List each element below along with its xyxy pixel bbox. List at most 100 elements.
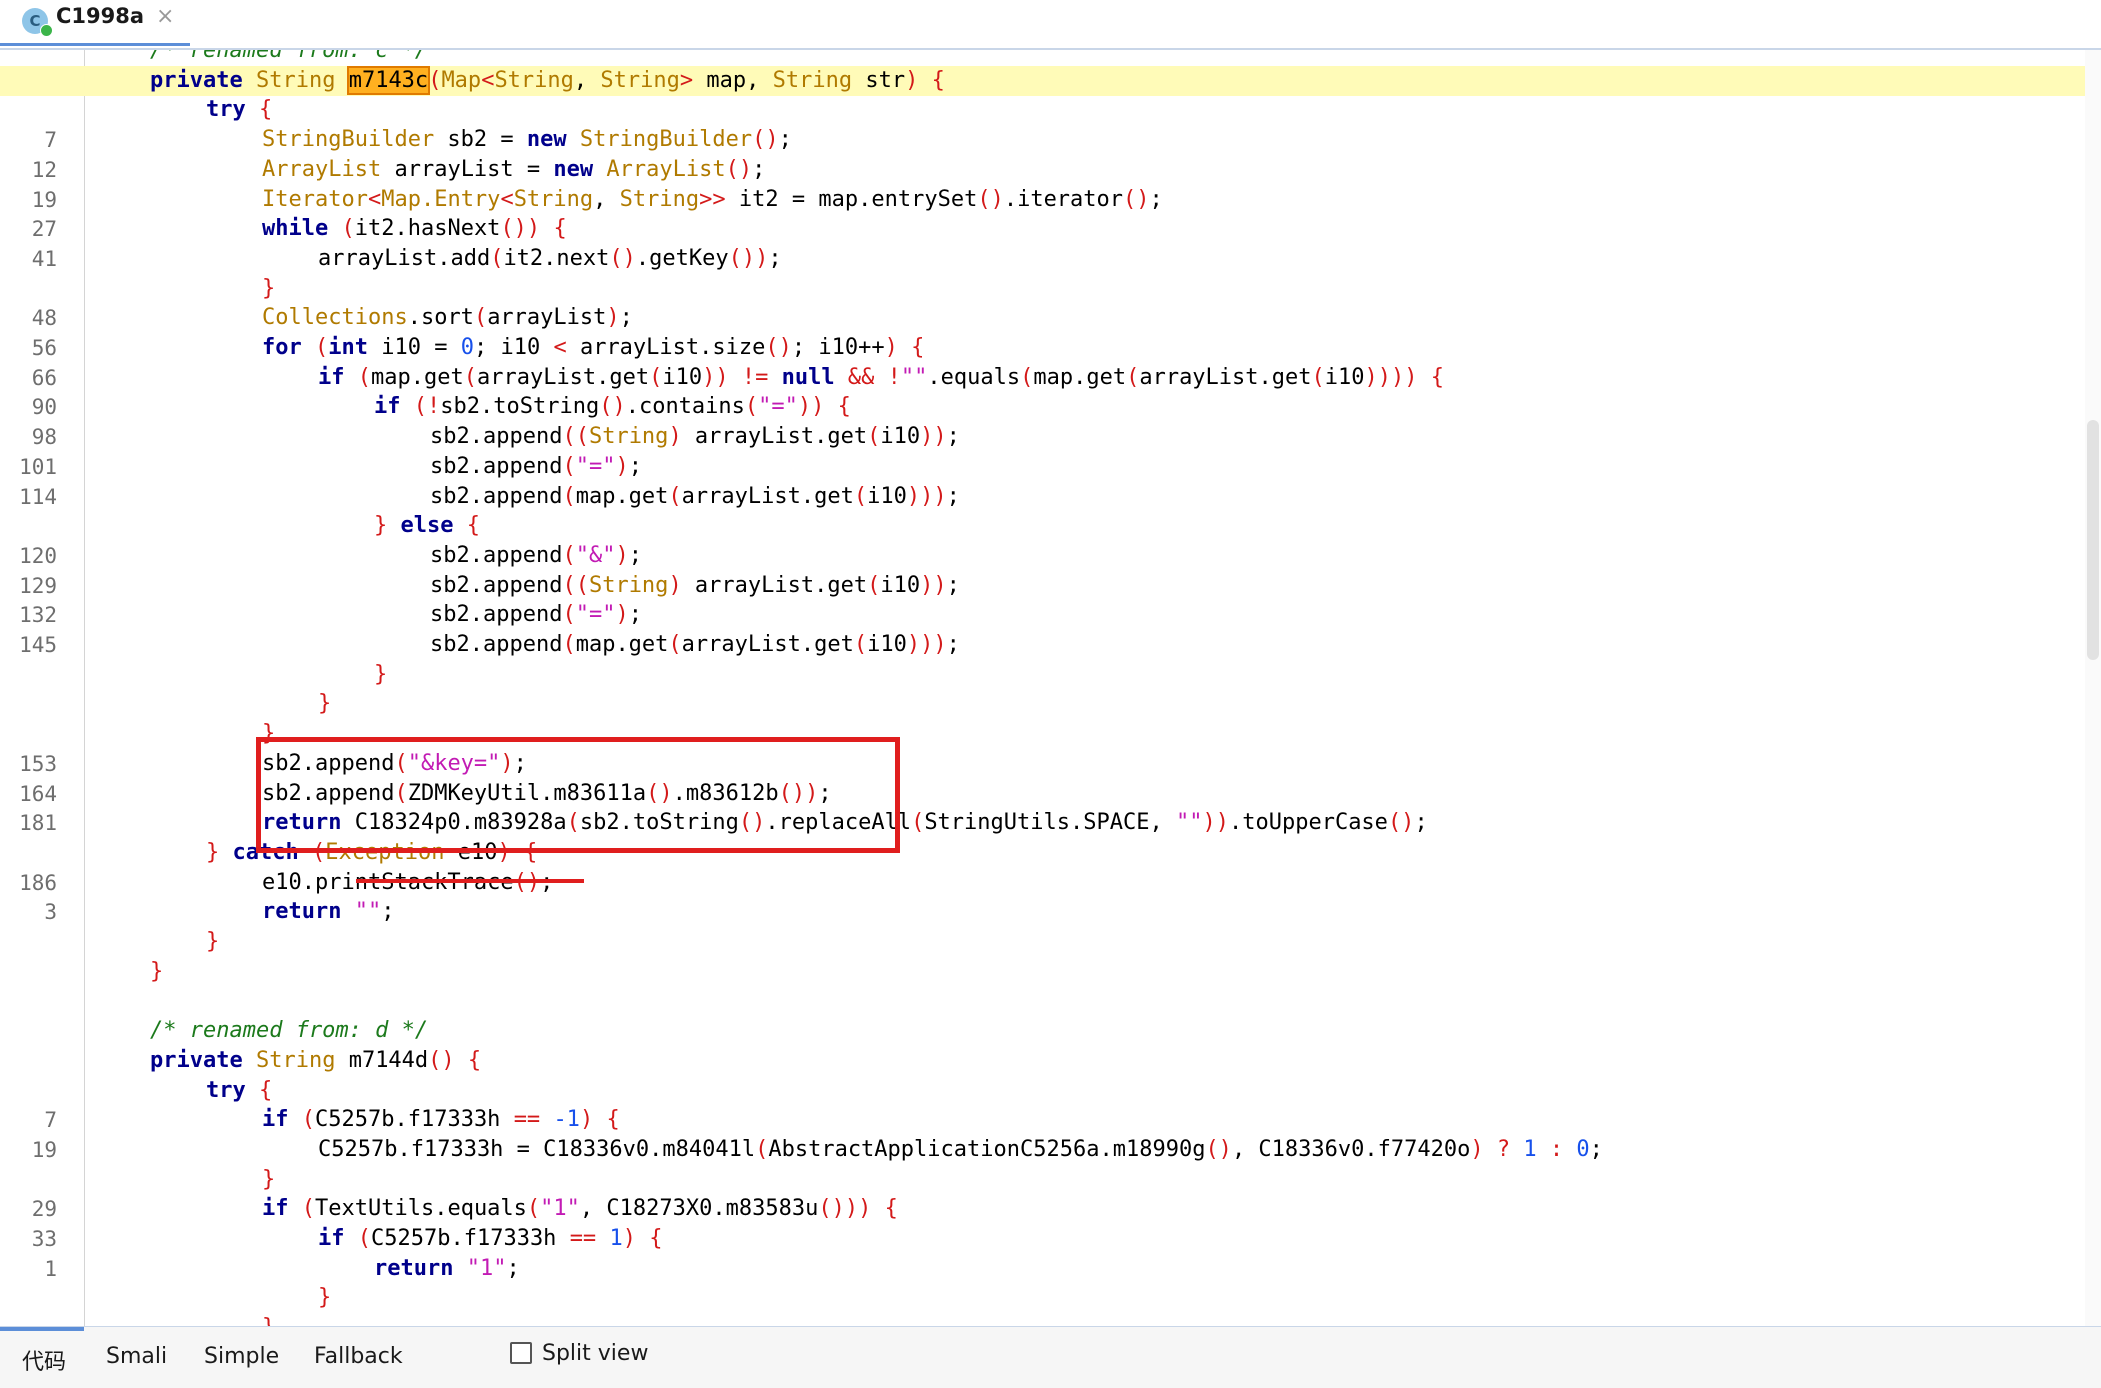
- code-token: (): [1123, 186, 1150, 212]
- code-line[interactable]: private String m7144d() {: [0, 1046, 2085, 1076]
- code-line[interactable]: 129 sb2.append((String) arrayList.get(i10…: [0, 571, 2085, 601]
- code-token: ): [905, 67, 919, 93]
- code-line[interactable]: }: [0, 927, 2085, 957]
- code-token: String: [588, 424, 669, 450]
- code-token: arrayList: [487, 305, 607, 331]
- code-token: arrayList.get: [681, 632, 854, 657]
- code-line[interactable]: 101 sb2.append("=");: [0, 452, 2085, 482]
- code-line[interactable]: 48 Collections.sort(arrayList);: [0, 303, 2085, 333]
- code-text: while (it2.hasNext()) {: [262, 214, 567, 244]
- code-token: arrayList =: [381, 156, 554, 182]
- code-line[interactable]: 7 StringBuilder sb2 = new StringBuilder()…: [0, 125, 2085, 155]
- code-token: >>: [699, 186, 726, 212]
- code-token: i10: [880, 572, 921, 598]
- line-number: 101: [19, 454, 57, 479]
- code-line[interactable]: 27 while (it2.hasNext()) {: [0, 214, 2085, 244]
- code-line[interactable]: 132 sb2.append("=");: [0, 600, 2085, 630]
- code-editor[interactable]: /* renamed from: c */ private String m714…: [0, 50, 2101, 1326]
- code-line[interactable]: 7 if (C5257b.f17333h == -1) {: [0, 1105, 2085, 1135]
- code-token: ,: [593, 186, 620, 212]
- code-line[interactable]: private String m7143c(Map<String, String…: [0, 65, 2085, 96]
- code-token: sb2.append: [430, 542, 563, 568]
- code-line[interactable]: }: [0, 660, 2085, 690]
- code-token: (: [1020, 364, 1034, 390]
- code-line[interactable]: 56 for (int i10 = 0; i10 < arrayList.size…: [0, 333, 2085, 363]
- code-line[interactable]: 1 return "1";: [0, 1254, 2085, 1284]
- code-token: null: [781, 364, 835, 390]
- code-token: (): [428, 1047, 455, 1073]
- code-token: sb2.append: [430, 453, 563, 479]
- code-line[interactable]: }: [0, 1313, 2085, 1326]
- code-token: (: [867, 572, 881, 598]
- code-token: ()): [500, 216, 541, 242]
- code-line[interactable]: [0, 986, 2085, 1016]
- code-token: {: [259, 1077, 273, 1103]
- file-tab[interactable]: C C1998a ×: [0, 0, 190, 46]
- code-text: }: [262, 1165, 275, 1195]
- code-line[interactable]: 120 sb2.append("&");: [0, 541, 2085, 571]
- code-token: 0: [460, 335, 474, 360]
- code-line[interactable]: 3 return "";: [0, 897, 2085, 927]
- code-token: String: [619, 186, 700, 212]
- code-line[interactable]: }: [0, 1283, 2085, 1313]
- code-token: (: [562, 632, 576, 657]
- code-line[interactable]: 29 if (TextUtils.equals("1", C18273X0.m83…: [0, 1194, 2085, 1224]
- code-token: ;: [381, 899, 395, 925]
- code-token: try: [206, 97, 246, 123]
- code-line[interactable]: 145 sb2.append(map.get(arrayList.get(i10)…: [0, 630, 2085, 660]
- code-token: -1: [553, 1107, 580, 1133]
- code-line[interactable]: } else {: [0, 511, 2085, 541]
- vertical-scrollbar[interactable]: [2085, 50, 2101, 1326]
- code-line[interactable]: 66 if (map.get(arrayList.get(i10)) != nul…: [0, 363, 2085, 393]
- code-token: <: [553, 335, 567, 360]
- code-token: .toUpperCase: [1228, 810, 1388, 836]
- code-token: C5257b.f17333h: [315, 1107, 514, 1133]
- code-token: map.get: [575, 483, 669, 509]
- code-line[interactable]: 90 if (!sb2.toString().contains("=")) {: [0, 392, 2085, 422]
- code-text: sb2.append(map.get(arrayList.get(i10)));: [430, 482, 960, 512]
- code-area[interactable]: /* renamed from: c */ private String m714…: [0, 50, 2085, 1326]
- code-line[interactable]: try {: [0, 95, 2085, 125]
- code-line[interactable]: 33 if (C5257b.f17333h == 1) {: [0, 1224, 2085, 1254]
- code-line[interactable]: try {: [0, 1076, 2085, 1106]
- code-token: int: [328, 335, 368, 360]
- code-token: }: [206, 929, 220, 954]
- code-line[interactable]: 114 sb2.append(map.get(arrayList.get(i10)…: [0, 482, 2085, 512]
- line-number: 33: [31, 1227, 57, 1251]
- tab-simple[interactable]: Simple: [204, 1344, 279, 1369]
- code-line[interactable]: 19 C5257b.f17333h = C18336v0.m84041l(Abst…: [0, 1135, 2085, 1165]
- code-line[interactable]: 186e10.printStackTrace();: [0, 868, 2085, 898]
- code-line[interactable]: }: [0, 274, 2085, 304]
- tab-fallback[interactable]: Fallback: [314, 1344, 403, 1369]
- code-token: ): [668, 424, 682, 450]
- split-view-checkbox[interactable]: [510, 1342, 532, 1364]
- code-line[interactable]: }: [0, 957, 2085, 987]
- code-line[interactable]: 41 arrayList.add(it2.next().getKey());: [0, 244, 2085, 274]
- close-icon[interactable]: ×: [156, 4, 174, 29]
- code-token: {: [911, 335, 925, 360]
- code-token: (): [765, 335, 792, 360]
- code-token: )): [702, 364, 729, 390]
- code-token: if: [262, 1107, 289, 1133]
- code-token: ;: [946, 572, 960, 598]
- tab-smali[interactable]: Smali: [106, 1344, 167, 1369]
- code-line[interactable]: 19 Iterator<Map.Entry<String, String>> it…: [0, 185, 2085, 215]
- code-line[interactable]: }: [0, 1165, 2085, 1195]
- code-token: }: [262, 1315, 275, 1326]
- code-line[interactable]: /* renamed from: d */: [0, 1016, 2085, 1046]
- code-token: it2 = map.entrySet: [725, 186, 978, 212]
- code-token: ): [606, 305, 620, 331]
- code-line[interactable]: }: [0, 689, 2085, 719]
- tab-code[interactable]: 代码: [22, 1344, 66, 1376]
- code-line[interactable]: /* renamed from: c */: [0, 50, 2085, 66]
- code-token: it2.hasNext: [354, 216, 501, 242]
- code-token: String: [513, 186, 594, 212]
- code-line[interactable]: 98 sb2.append((String) arrayList.get(i10)…: [0, 422, 2085, 452]
- code-token: arrayList.add: [318, 245, 491, 271]
- scrollbar-thumb[interactable]: [2087, 420, 2099, 660]
- code-line[interactable]: 12 ArrayList arrayList = new ArrayList();: [0, 155, 2085, 185]
- code-token: ((: [562, 572, 589, 598]
